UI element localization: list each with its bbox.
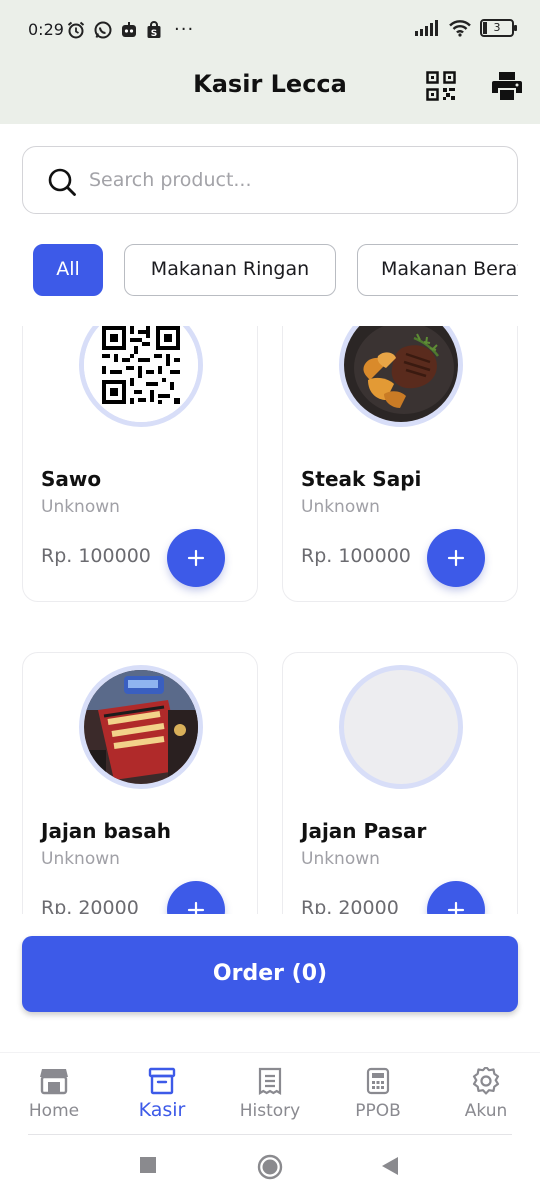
qr-code-image [84, 326, 198, 422]
bottom-navigation: Home Kasir History PPOB Akun [0, 1052, 540, 1136]
order-button[interactable]: Order (0) [22, 936, 518, 1012]
calculator-icon [366, 1067, 390, 1095]
add-to-cart-button[interactable] [167, 529, 225, 587]
nav-divider [28, 1134, 512, 1135]
product-name: Sawo [41, 467, 102, 491]
printer-icon [492, 72, 522, 100]
add-to-cart-button[interactable] [167, 881, 225, 914]
plus-icon [447, 549, 465, 567]
nav-item-history[interactable]: History [216, 1067, 324, 1121]
add-to-cart-button[interactable] [427, 529, 485, 587]
category-chip-makanan-berat[interactable]: Makanan Berat [357, 244, 518, 296]
battery-icon: 3 [480, 19, 517, 37]
archive-box-icon [148, 1067, 176, 1095]
bot-app-icon [122, 21, 136, 37]
product-image [339, 326, 463, 427]
search-icon [48, 168, 76, 196]
category-filter: All Makanan Ringan Makanan Berat [0, 244, 518, 298]
receipt-icon [258, 1067, 282, 1095]
whatsapp-icon [94, 21, 112, 38]
nav-item-kasir[interactable]: Kasir [108, 1067, 216, 1121]
status-time: 0:29 [28, 20, 64, 39]
search-input[interactable] [89, 147, 499, 213]
category-chip-makanan-ringan[interactable]: Makanan Ringan [124, 244, 336, 296]
store-icon [40, 1069, 68, 1095]
product-name: Jajan Pasar [301, 819, 427, 843]
steak-photo [344, 326, 458, 422]
plus-icon [187, 901, 205, 914]
search-bar [22, 146, 518, 214]
nav-label: Home [28, 1101, 80, 1121]
alarm-icon [67, 21, 85, 38]
nav-label: Kasir [138, 1099, 186, 1121]
product-price: Rp. 100000 [41, 545, 151, 567]
product-price: Rp. 20000 [301, 897, 399, 914]
back-triangle-icon[interactable] [381, 1156, 399, 1176]
product-card[interactable]: Sawo Unknown Rp. 100000 [22, 326, 258, 602]
product-name: Steak Sapi [301, 467, 422, 491]
product-grid: Sawo Unknown Rp. 100000 Steak Sapi Unkno… [0, 326, 540, 914]
product-price: Rp. 100000 [301, 545, 411, 567]
status-bar: 0:29 S ··· 3 [0, 0, 540, 58]
product-card[interactable]: Steak Sapi Unknown Rp. 100000 [282, 326, 518, 602]
recent-apps-icon[interactable] [139, 1156, 157, 1174]
product-card[interactable]: Jajan basah Unknown Rp. 20000 [22, 652, 258, 914]
signal-icon [415, 20, 438, 36]
snack-package-photo [84, 670, 198, 784]
product-image-placeholder [339, 665, 463, 789]
product-category: Unknown [301, 849, 380, 869]
nav-label: History [239, 1101, 301, 1121]
battery-percent: 3 [493, 21, 501, 34]
nav-label: PPOB [355, 1101, 401, 1121]
home-circle-icon[interactable] [257, 1154, 283, 1180]
nav-label: Akun [464, 1101, 508, 1121]
product-category: Unknown [41, 849, 120, 869]
nav-item-ppob[interactable]: PPOB [324, 1067, 432, 1121]
svg-text:S: S [151, 29, 157, 39]
system-navigation-bar [0, 1136, 540, 1200]
plus-icon [447, 901, 465, 914]
product-image [79, 665, 203, 789]
product-category: Unknown [301, 497, 380, 517]
category-chip-all[interactable]: All [33, 244, 103, 296]
product-category: Unknown [41, 497, 120, 517]
product-name: Jajan basah [41, 819, 171, 843]
qr-scan-icon [426, 71, 456, 101]
kasir-screen: 0:29 S ··· 3 Kasir Lecca Search product.… [0, 0, 540, 1200]
shopping-bag-icon: S [147, 20, 161, 39]
nav-item-akun[interactable]: Akun [432, 1067, 540, 1121]
app-header: 0:29 S ··· 3 Kasir Lecca [0, 0, 540, 124]
more-notifications-icon: ··· [174, 19, 195, 40]
system-status-icons: 3 [414, 19, 517, 37]
plus-icon [187, 549, 205, 567]
gear-icon [472, 1067, 500, 1095]
notification-icons: S ··· [66, 19, 194, 40]
qr-scan-button[interactable] [421, 66, 461, 106]
wifi-icon [449, 20, 471, 37]
nav-item-home[interactable]: Home [0, 1067, 108, 1121]
product-price: Rp. 20000 [41, 897, 139, 914]
add-to-cart-button[interactable] [427, 881, 485, 914]
product-card[interactable]: Jajan Pasar Unknown Rp. 20000 [282, 652, 518, 914]
print-button[interactable] [487, 66, 527, 106]
product-image [79, 326, 203, 427]
